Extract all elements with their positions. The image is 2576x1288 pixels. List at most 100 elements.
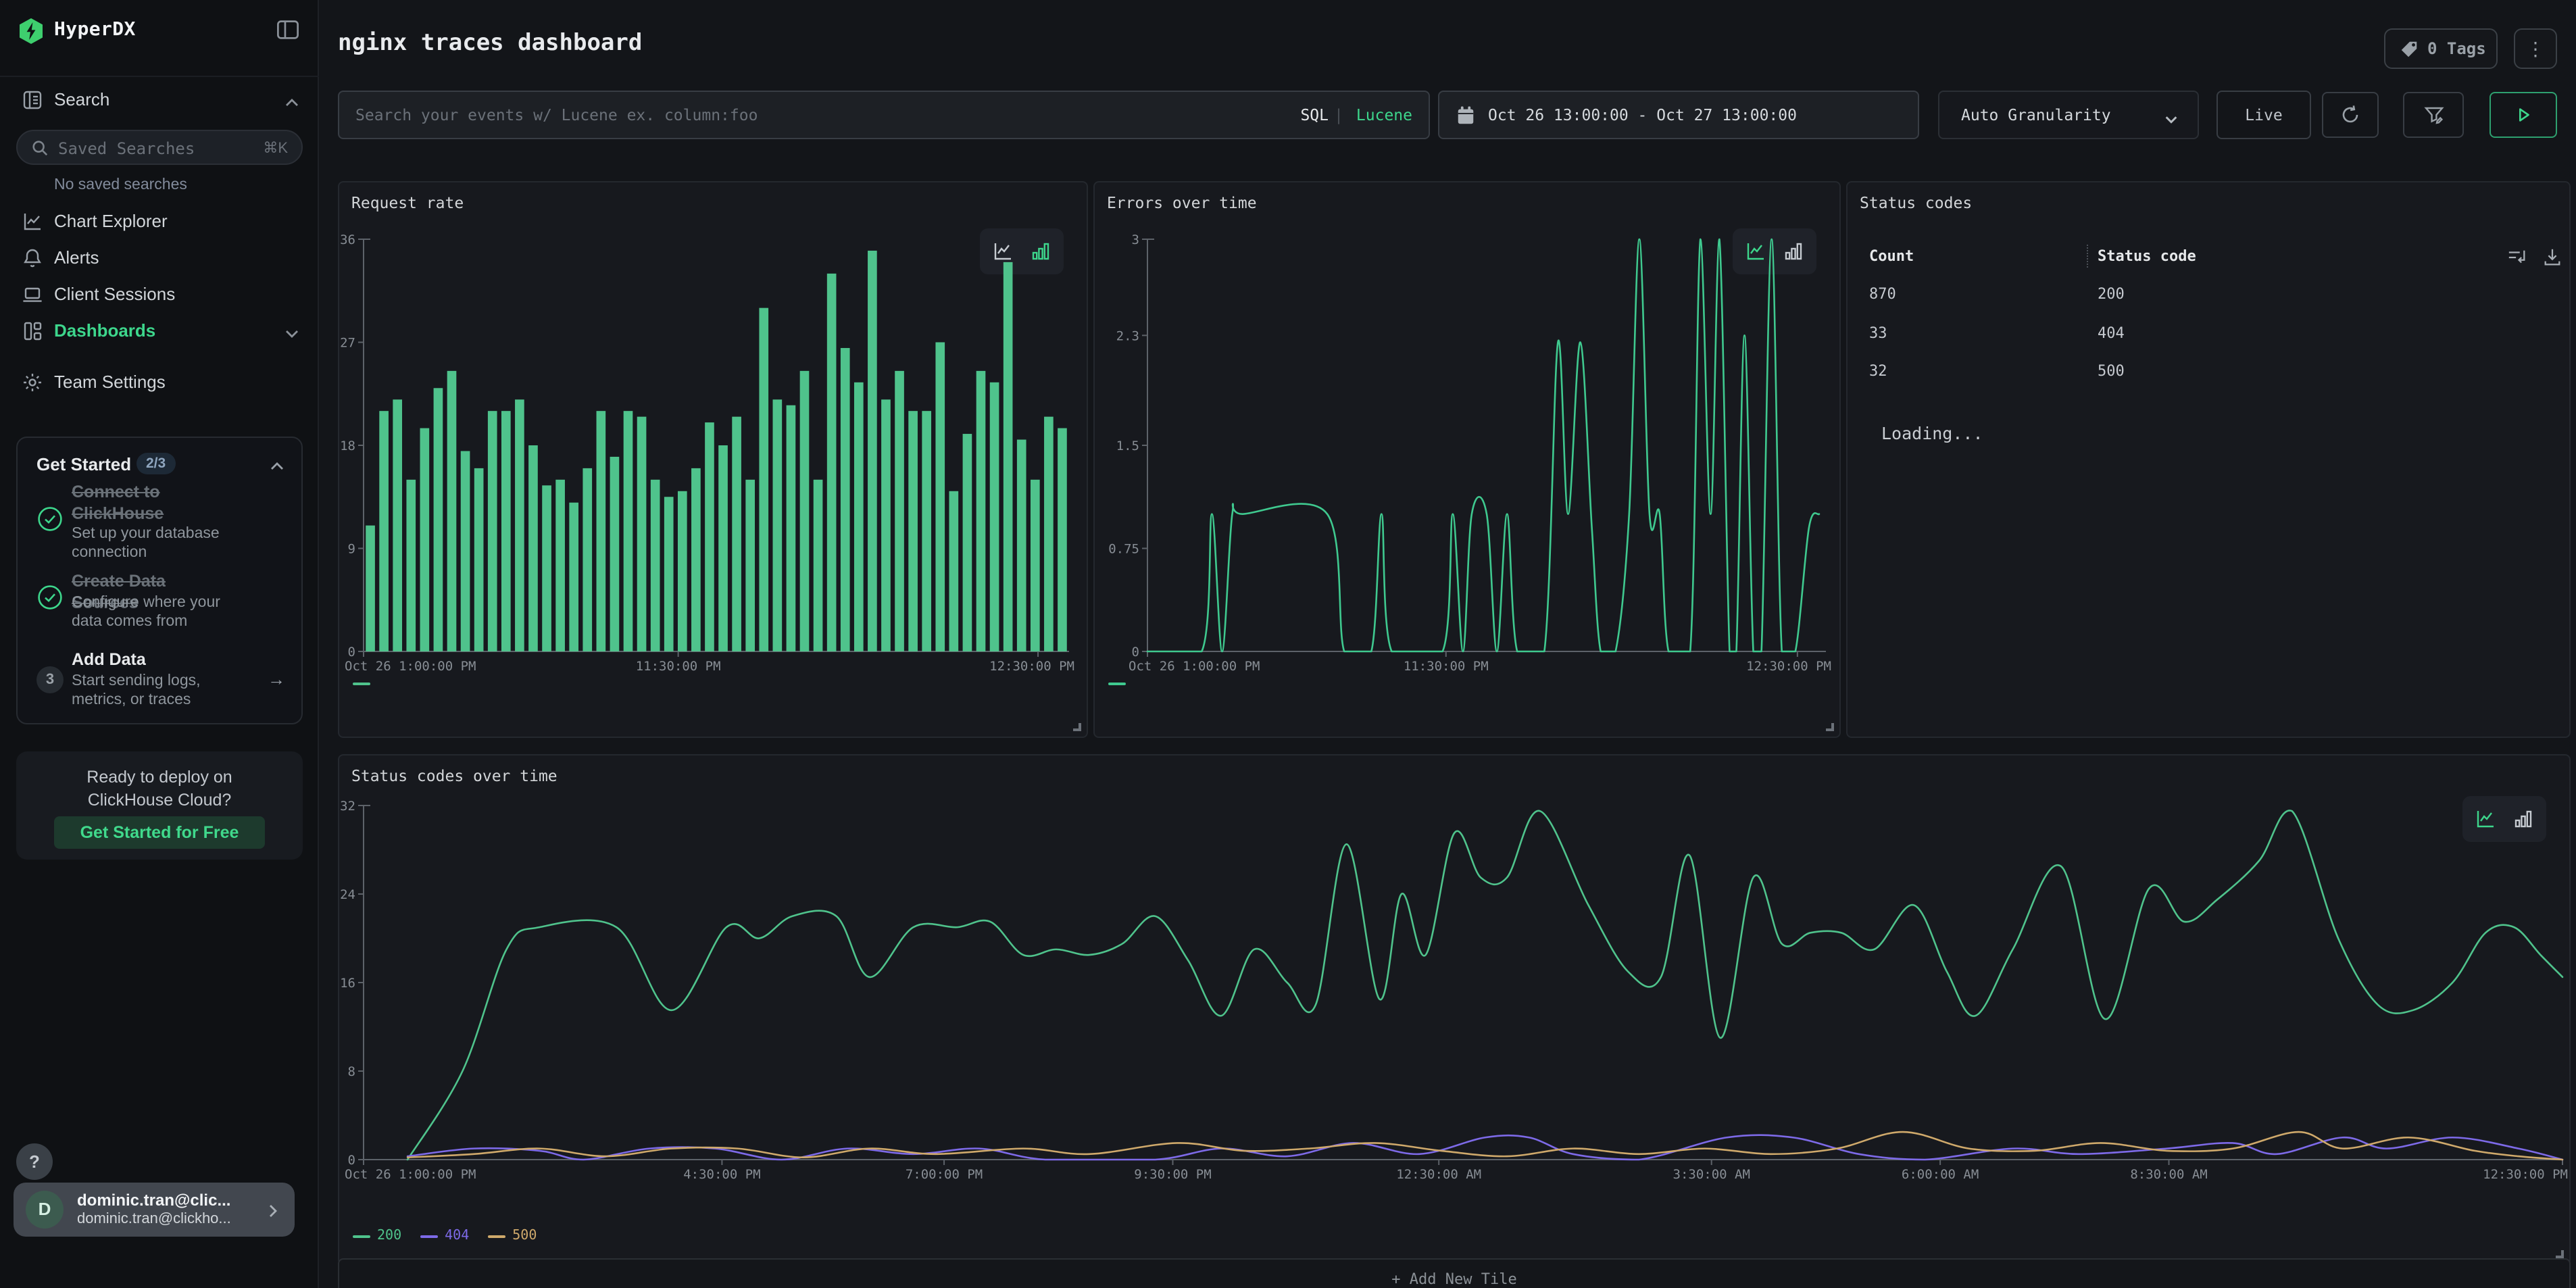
get-started-free-button[interactable]: Get Started for Free bbox=[54, 816, 265, 849]
chevron-up-icon[interactable] bbox=[269, 457, 285, 473]
legend-item-200[interactable]: 200 bbox=[353, 1229, 401, 1243]
sidebar-item-chart-explorer[interactable]: Chart Explorer bbox=[0, 205, 319, 241]
table-cell[interactable]: 200 bbox=[2098, 285, 2125, 303]
sidebar-item-label: Team Settings bbox=[54, 372, 166, 392]
svg-text:8:30:00 AM: 8:30:00 AM bbox=[2130, 1167, 2207, 1182]
sidebar-item-alerts[interactable]: Alerts bbox=[0, 242, 319, 277]
event-search-input[interactable]: Search your events w/ Lucene ex. column:… bbox=[338, 91, 1430, 139]
table-cell[interactable]: 32 bbox=[1869, 362, 1887, 380]
help-button[interactable]: ? bbox=[16, 1143, 53, 1180]
user-email: dominic.tran@clickho... bbox=[77, 1211, 266, 1227]
download-icon[interactable] bbox=[2542, 247, 2562, 268]
mode-divider: | bbox=[1334, 105, 1343, 124]
search-placeholder: Search your events w/ Lucene ex. column:… bbox=[355, 105, 758, 124]
get-started-title: Get Started bbox=[36, 454, 131, 474]
step-desc: Configure where your data comes from bbox=[72, 593, 231, 631]
sidebar-item-team-settings[interactable]: Team Settings bbox=[0, 366, 319, 401]
granularity-value: Auto Granularity bbox=[1961, 105, 2111, 124]
promo-text-line2: ClickHouse Cloud? bbox=[16, 791, 303, 810]
legend: 200 404 500 bbox=[353, 1229, 537, 1243]
legend-label: 404 bbox=[445, 1229, 469, 1243]
app-root: HyperDX Search Saved Searches ⌘K No save… bbox=[0, 0, 2576, 1288]
tile-request-rate: Request rate 09182736Oct 26 1:00:00 PM11… bbox=[338, 181, 1088, 738]
filter-button[interactable] bbox=[2403, 92, 2464, 138]
sidebar-item-label: Search bbox=[54, 89, 109, 109]
sidebar-item-search[interactable]: Search bbox=[0, 84, 319, 119]
column-resize-handle[interactable] bbox=[2087, 245, 2088, 268]
add-new-tile-button[interactable]: + Add New Tile bbox=[338, 1258, 2571, 1288]
run-query-button[interactable] bbox=[2490, 92, 2557, 138]
table-cell[interactable]: 870 bbox=[1869, 285, 1896, 303]
bell-icon bbox=[22, 247, 43, 269]
tile-status-codes-over-time: Status codes over time 08162432Oct 26 1:… bbox=[338, 754, 2571, 1265]
tile-errors-over-time: Errors over time 00.751.52.33Oct 26 1:00… bbox=[1093, 181, 1841, 738]
svg-text:Oct 26 1:00:00 PM: Oct 26 1:00:00 PM bbox=[345, 1167, 476, 1182]
sidebar: HyperDX Search Saved Searches ⌘K No save… bbox=[0, 0, 319, 1288]
tags-button[interactable]: 0 Tags bbox=[2384, 28, 2498, 69]
granularity-select[interactable]: Auto Granularity bbox=[1938, 91, 2199, 139]
legend-swatch bbox=[488, 1235, 505, 1237]
date-range-picker[interactable]: Oct 26 13:00:00 - Oct 27 13:00:00 bbox=[1438, 91, 1919, 139]
sidebar-item-dashboards[interactable]: Dashboards bbox=[0, 315, 319, 350]
play-icon bbox=[2513, 105, 2533, 125]
live-button[interactable]: Live bbox=[2216, 91, 2311, 139]
search-icon bbox=[31, 139, 49, 157]
gear-icon bbox=[22, 372, 43, 393]
sql-mode-toggle[interactable]: SQL bbox=[1300, 105, 1329, 124]
user-menu[interactable]: D dominic.tran@clic... dominic.tran@clic… bbox=[14, 1183, 295, 1237]
shortcut-badge: ⌘K bbox=[263, 139, 288, 157]
resize-handle[interactable] bbox=[1826, 723, 1834, 731]
table-cell[interactable]: 404 bbox=[2098, 324, 2125, 342]
column-header-count[interactable]: Count bbox=[1869, 247, 1914, 265]
table-cell[interactable]: 33 bbox=[1869, 324, 1887, 342]
no-saved-searches-text: No saved searches bbox=[54, 177, 187, 193]
table-cell[interactable]: 500 bbox=[2098, 362, 2125, 380]
legend-item-500[interactable]: 500 bbox=[488, 1229, 537, 1243]
chevron-down-icon bbox=[284, 324, 300, 341]
chevron-right-icon bbox=[265, 1202, 281, 1218]
logo-row: HyperDX bbox=[0, 14, 319, 51]
svg-text:Oct 26 1:00:00 PM: Oct 26 1:00:00 PM bbox=[345, 659, 476, 674]
sort-icon[interactable] bbox=[2507, 247, 2527, 268]
legend-swatch bbox=[353, 1235, 370, 1237]
sidebar-item-client-sessions[interactable]: Client Sessions bbox=[0, 278, 319, 314]
resize-handle[interactable] bbox=[1073, 723, 1081, 731]
sidebar-item-label: Dashboards bbox=[54, 320, 155, 341]
chevron-up-icon bbox=[284, 93, 300, 109]
legend-item-404[interactable]: 404 bbox=[420, 1229, 469, 1243]
chart-line-icon bbox=[22, 211, 43, 232]
svg-text:Oct 26 1:00:00 PM: Oct 26 1:00:00 PM bbox=[1129, 659, 1260, 674]
date-range-value: Oct 26 13:00:00 - Oct 27 13:00:00 bbox=[1488, 105, 1797, 124]
sidebar-item-label: Alerts bbox=[54, 247, 99, 268]
refresh-button[interactable] bbox=[2322, 92, 2379, 138]
svg-text:11:30:00 PM: 11:30:00 PM bbox=[636, 659, 721, 674]
sidebar-item-label: Chart Explorer bbox=[54, 211, 168, 231]
svg-text:9:30:00 PM: 9:30:00 PM bbox=[1134, 1167, 1211, 1182]
svg-text:9: 9 bbox=[348, 542, 355, 557]
loading-text: Loading... bbox=[1881, 423, 1983, 443]
svg-text:2.3: 2.3 bbox=[1116, 328, 1139, 343]
tile-status-codes: Status codes Count Status code 870 200 3… bbox=[1846, 181, 2571, 738]
svg-text:0: 0 bbox=[348, 645, 355, 660]
svg-text:0: 0 bbox=[348, 1153, 355, 1168]
svg-text:12:30:00 AM: 12:30:00 AM bbox=[1396, 1167, 1481, 1182]
svg-text:27: 27 bbox=[340, 336, 355, 351]
svg-text:0: 0 bbox=[1132, 645, 1139, 660]
resize-handle[interactable] bbox=[2556, 1250, 2564, 1258]
refresh-icon bbox=[2339, 104, 2361, 126]
errors-chart: 00.751.52.33Oct 26 1:00:00 PM11:30:00 PM… bbox=[1095, 220, 1842, 704]
divider bbox=[0, 76, 319, 77]
tile-title: Status codes bbox=[1860, 193, 1972, 212]
svg-text:7:00:00 PM: 7:00:00 PM bbox=[906, 1167, 983, 1182]
lucene-mode-toggle[interactable]: Lucene bbox=[1356, 105, 1412, 124]
sidebar-collapse-icon[interactable] bbox=[276, 18, 300, 42]
filter-edit-icon bbox=[2423, 104, 2444, 126]
dashboard-menu-button[interactable]: ⋮ bbox=[2514, 28, 2557, 69]
get-started-card: Get Started 2/3 Connect to ClickHouse Se… bbox=[16, 437, 303, 724]
check-circle-icon bbox=[36, 505, 64, 532]
column-header-status-code[interactable]: Status code bbox=[2098, 247, 2196, 265]
saved-searches-input[interactable]: Saved Searches ⌘K bbox=[16, 130, 303, 165]
laptop-icon bbox=[22, 284, 43, 305]
tile-title: Errors over time bbox=[1107, 193, 1257, 212]
svg-text:3: 3 bbox=[1132, 232, 1139, 247]
